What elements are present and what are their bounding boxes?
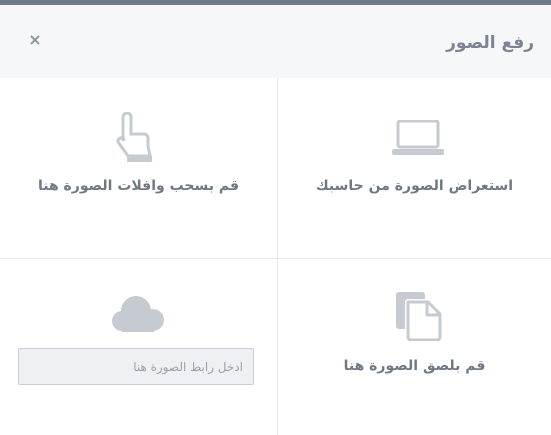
dialog-title: رفع الصور [446, 33, 534, 53]
drag-drop-option[interactable]: قم بسحب وافلات الصورة هنا [0, 78, 277, 258]
drag-drop-label: قم بسحب وافلات الصورة هنا [37, 178, 240, 194]
cloud-icon [112, 296, 164, 332]
paste-document-icon [396, 292, 442, 341]
paste-label: قم بلصق الصورة هنا [343, 358, 486, 374]
browse-computer-option[interactable]: استعراض الصورة من حاسبك [278, 78, 551, 258]
paste-option[interactable]: قم بلصق الصورة هنا [278, 259, 551, 435]
laptop-icon [392, 120, 444, 155]
url-option [0, 259, 277, 435]
image-url-input[interactable] [18, 348, 254, 385]
close-icon[interactable]: × [28, 32, 42, 48]
browse-computer-label: استعراض الصورة من حاسبك [315, 178, 514, 194]
dialog-header: رفع الصور × [0, 5, 551, 78]
hand-pointer-icon [116, 112, 152, 162]
